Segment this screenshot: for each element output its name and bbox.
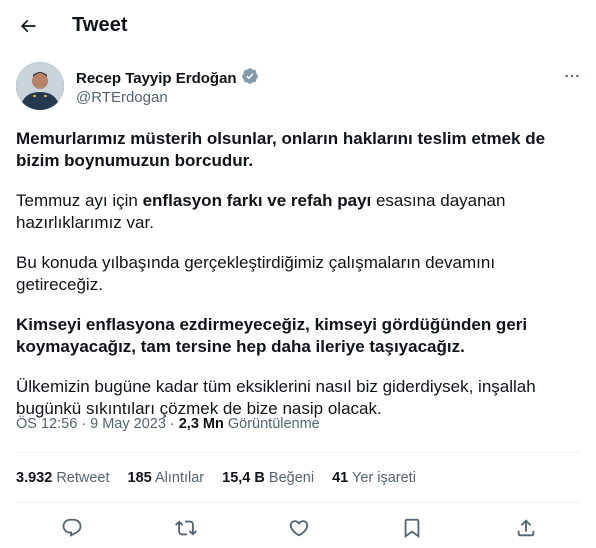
tweet-paragraph: Temmuz ayı için enflasyon farkı ve refah… [16,191,506,232]
verified-badge-icon [241,67,259,90]
stat-quotes[interactable]: 185 Alıntılar [128,470,205,486]
engagement-stats: 3.932 Retweet 185 Alıntılar 15,4 B Beğen… [16,470,416,486]
tweet-time[interactable]: ÖS 12:56 [16,416,77,432]
stat-retweets[interactable]: 3.932 Retweet [16,470,110,486]
tweet-paragraph: Bu konuda yılbaşında gerçekleştirdiğimiz… [16,253,496,294]
stat-bookmarks[interactable]: 41 Yer işareti [332,470,416,486]
tweet-meta: ÖS 12:56 · 9 May 2023 · 2,3 Mn Görüntüle… [16,416,320,432]
reply-icon[interactable] [58,514,86,542]
views-label: Görüntülenme [227,416,320,432]
tweet-paragraph: Ülkemizin bugüne kadar tüm eksiklerini n… [16,377,536,418]
meta-separator: · [81,416,87,432]
like-icon[interactable] [285,514,313,542]
page-title: Tweet [72,14,128,36]
author-handle[interactable]: @RTErdogan [76,89,168,106]
avatar[interactable] [16,62,64,110]
stat-likes[interactable]: 15,4 B Beğeni [222,470,314,486]
views-count[interactable]: 2,3 Mn [179,416,224,432]
tweet-text: Memurlarımız müsterih olsunlar, onların … [16,128,582,438]
meta-separator: · [169,416,175,432]
divider [16,452,580,453]
tweet-date[interactable]: 9 May 2023 [90,416,166,432]
author-name-row[interactable]: Recep Tayyip Erdoğan [76,67,259,90]
tweet-paragraph: Kimseyi enflasyona ezdirmeyeceğiz, kimse… [16,315,528,356]
action-bar [0,510,596,546]
author-name[interactable]: Recep Tayyip Erdoğan [76,70,237,87]
tweet-paragraph: Memurlarımız müsterih olsunlar, onların … [16,129,546,170]
share-icon[interactable] [512,514,540,542]
back-arrow-icon[interactable] [14,12,42,40]
more-options-icon[interactable] [560,64,584,88]
bookmark-icon[interactable] [398,514,426,542]
retweet-icon[interactable] [172,514,200,542]
tweet-bold-phrase: enflasyon farkı ve refah payı [142,191,372,210]
divider [16,502,580,503]
top-bar: Tweet [0,0,596,53]
